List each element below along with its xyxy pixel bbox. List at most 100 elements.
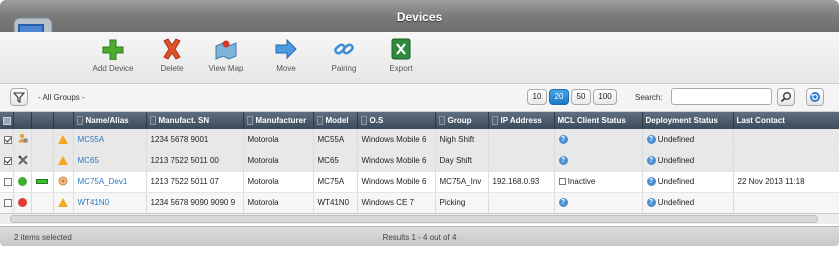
column-header-last-contact[interactable]: Last Contact bbox=[733, 112, 839, 129]
ip-cell bbox=[488, 192, 555, 213]
row-checkbox-cell[interactable] bbox=[0, 150, 14, 172]
status-cell bbox=[13, 192, 32, 213]
row-checkbox[interactable] bbox=[4, 177, 12, 186]
page-bottom bbox=[0, 246, 839, 256]
pairing-label: Pairing bbox=[331, 64, 357, 73]
column-header-ip[interactable]: IP Address bbox=[488, 112, 555, 129]
move-label: Move bbox=[276, 64, 296, 73]
column-label: Last Contact bbox=[736, 116, 785, 125]
name-cell[interactable]: MC55A bbox=[73, 129, 147, 151]
export-button[interactable]: Export bbox=[371, 38, 431, 73]
status-cell bbox=[13, 150, 32, 172]
last-contact-cell: 22 Nov 2013 11:18 bbox=[733, 171, 839, 193]
table-row[interactable]: MC55A 1234 5678 9001 Motorola MC55A Wind… bbox=[0, 129, 839, 151]
device-link[interactable]: MC55A bbox=[78, 135, 105, 144]
device-link[interactable]: MC75A_Dev1 bbox=[78, 177, 128, 186]
column-header-sn[interactable]: Manufact. SN bbox=[146, 112, 244, 129]
help-icon[interactable]: ? bbox=[646, 198, 656, 208]
name-cell[interactable]: MC65 bbox=[73, 150, 147, 172]
help-icon[interactable]: ? bbox=[646, 177, 656, 187]
alert-header bbox=[53, 112, 74, 129]
column-header-mcl-status[interactable]: MCL Client Status bbox=[554, 112, 643, 129]
column-label: Deployment Status bbox=[645, 116, 718, 125]
group-cell: Picking bbox=[435, 192, 489, 213]
last-contact-cell bbox=[733, 150, 839, 172]
deployment-cell: ? Undefined bbox=[642, 129, 734, 151]
column-header-manufacturer[interactable]: Manufacturer bbox=[243, 112, 314, 129]
page-size-10[interactable]: 10 bbox=[527, 89, 547, 105]
sn-cell: 1234 5678 9001 bbox=[146, 129, 244, 151]
add-device-button[interactable]: Add Device bbox=[83, 38, 143, 73]
window-title: Devices bbox=[396, 10, 443, 24]
deployment-text: Undefined bbox=[657, 155, 695, 165]
x-icon bbox=[163, 38, 181, 60]
column-header-deployment[interactable]: Deployment Status bbox=[642, 112, 734, 129]
horizontal-scrollbar[interactable] bbox=[0, 213, 839, 224]
mcl-status-cell: Inactive bbox=[554, 171, 643, 193]
name-cell[interactable]: MC75A_Dev1 bbox=[73, 171, 147, 193]
help-icon[interactable]: ? bbox=[646, 156, 656, 166]
name-cell[interactable]: WT41N0 bbox=[73, 192, 147, 213]
search-button[interactable] bbox=[777, 88, 795, 106]
table-row[interactable]: WT41N0 1234 5678 9090 9090 9 Motorola WT… bbox=[0, 192, 839, 213]
battery-cell bbox=[31, 129, 54, 151]
tools-icon bbox=[17, 154, 28, 165]
page-size-20[interactable]: 20 bbox=[549, 89, 569, 105]
manufacturer-cell: Motorola bbox=[243, 171, 314, 193]
filter-button[interactable] bbox=[10, 88, 28, 106]
ip-cell bbox=[488, 129, 555, 151]
group-selector[interactable]: - All Groups - bbox=[38, 93, 85, 102]
table-row[interactable]: MC75A_Dev1 1213 7522 5011 07 Motorola MC… bbox=[0, 171, 839, 193]
toolbar: Add Device Delete View Map Move Pairing … bbox=[0, 32, 839, 84]
device-link[interactable]: WT41N0 bbox=[78, 198, 110, 207]
group-cell: Day Shift bbox=[435, 150, 489, 172]
column-header-group[interactable]: Group bbox=[435, 112, 489, 129]
mcl-status-cell: ? bbox=[554, 129, 643, 151]
sort-icon bbox=[438, 116, 445, 126]
row-checkbox[interactable] bbox=[4, 135, 12, 144]
help-icon[interactable]: ? bbox=[558, 156, 568, 166]
scrollbar-thumb[interactable] bbox=[10, 215, 818, 223]
results-count: Results 1 - 4 out of 4 bbox=[382, 233, 457, 242]
help-icon[interactable]: ? bbox=[558, 134, 568, 144]
row-checkbox-cell[interactable] bbox=[0, 192, 14, 213]
view-map-button[interactable]: View Map bbox=[196, 38, 256, 73]
row-checkbox-cell[interactable] bbox=[0, 171, 14, 193]
sort-icon bbox=[316, 116, 323, 126]
arrow-right-icon bbox=[275, 38, 297, 60]
move-button[interactable]: Move bbox=[256, 38, 316, 73]
excel-icon bbox=[391, 38, 411, 60]
delete-button[interactable]: Delete bbox=[142, 38, 202, 73]
select-all-checkbox[interactable] bbox=[3, 116, 11, 125]
search-input[interactable] bbox=[671, 88, 772, 105]
status-cell bbox=[13, 129, 32, 151]
last-contact-cell bbox=[733, 129, 839, 151]
select-all-header[interactable] bbox=[0, 112, 14, 129]
pairing-button[interactable]: Pairing bbox=[314, 38, 374, 73]
warning-icon bbox=[57, 198, 68, 208]
os-cell: Windows Mobile 6 bbox=[357, 129, 436, 151]
column-header-name[interactable]: Name/Alias bbox=[73, 112, 147, 129]
column-header-os[interactable]: O.S bbox=[357, 112, 436, 129]
column-label: Manufacturer bbox=[255, 115, 307, 125]
column-header-model[interactable]: Model bbox=[313, 112, 358, 129]
row-checkbox-cell[interactable] bbox=[0, 129, 14, 151]
page-size-100[interactable]: 100 bbox=[593, 89, 617, 105]
deployment-cell: ? Undefined bbox=[642, 192, 734, 213]
green-check-icon bbox=[17, 177, 27, 187]
status-bar: 2 items selected Results 1 - 4 out of 4 bbox=[0, 226, 839, 246]
last-contact-cell bbox=[733, 192, 839, 213]
battery-cell bbox=[31, 171, 54, 193]
device-link[interactable]: MC65 bbox=[78, 156, 99, 165]
row-checkbox[interactable] bbox=[4, 198, 12, 207]
mcl-status-cell: ? bbox=[554, 192, 643, 213]
page-size-50[interactable]: 50 bbox=[571, 89, 591, 105]
plus-icon bbox=[102, 39, 124, 60]
table-row[interactable]: MC65 1213 7522 5011 00 Motorola MC65 Win… bbox=[0, 150, 839, 172]
row-checkbox[interactable] bbox=[4, 156, 12, 165]
alert-cell bbox=[53, 171, 74, 193]
group-cell: Nigh Shift bbox=[435, 129, 489, 151]
help-icon[interactable]: ? bbox=[646, 134, 656, 144]
refresh-button[interactable] bbox=[806, 88, 824, 106]
help-icon[interactable]: ? bbox=[558, 198, 568, 208]
